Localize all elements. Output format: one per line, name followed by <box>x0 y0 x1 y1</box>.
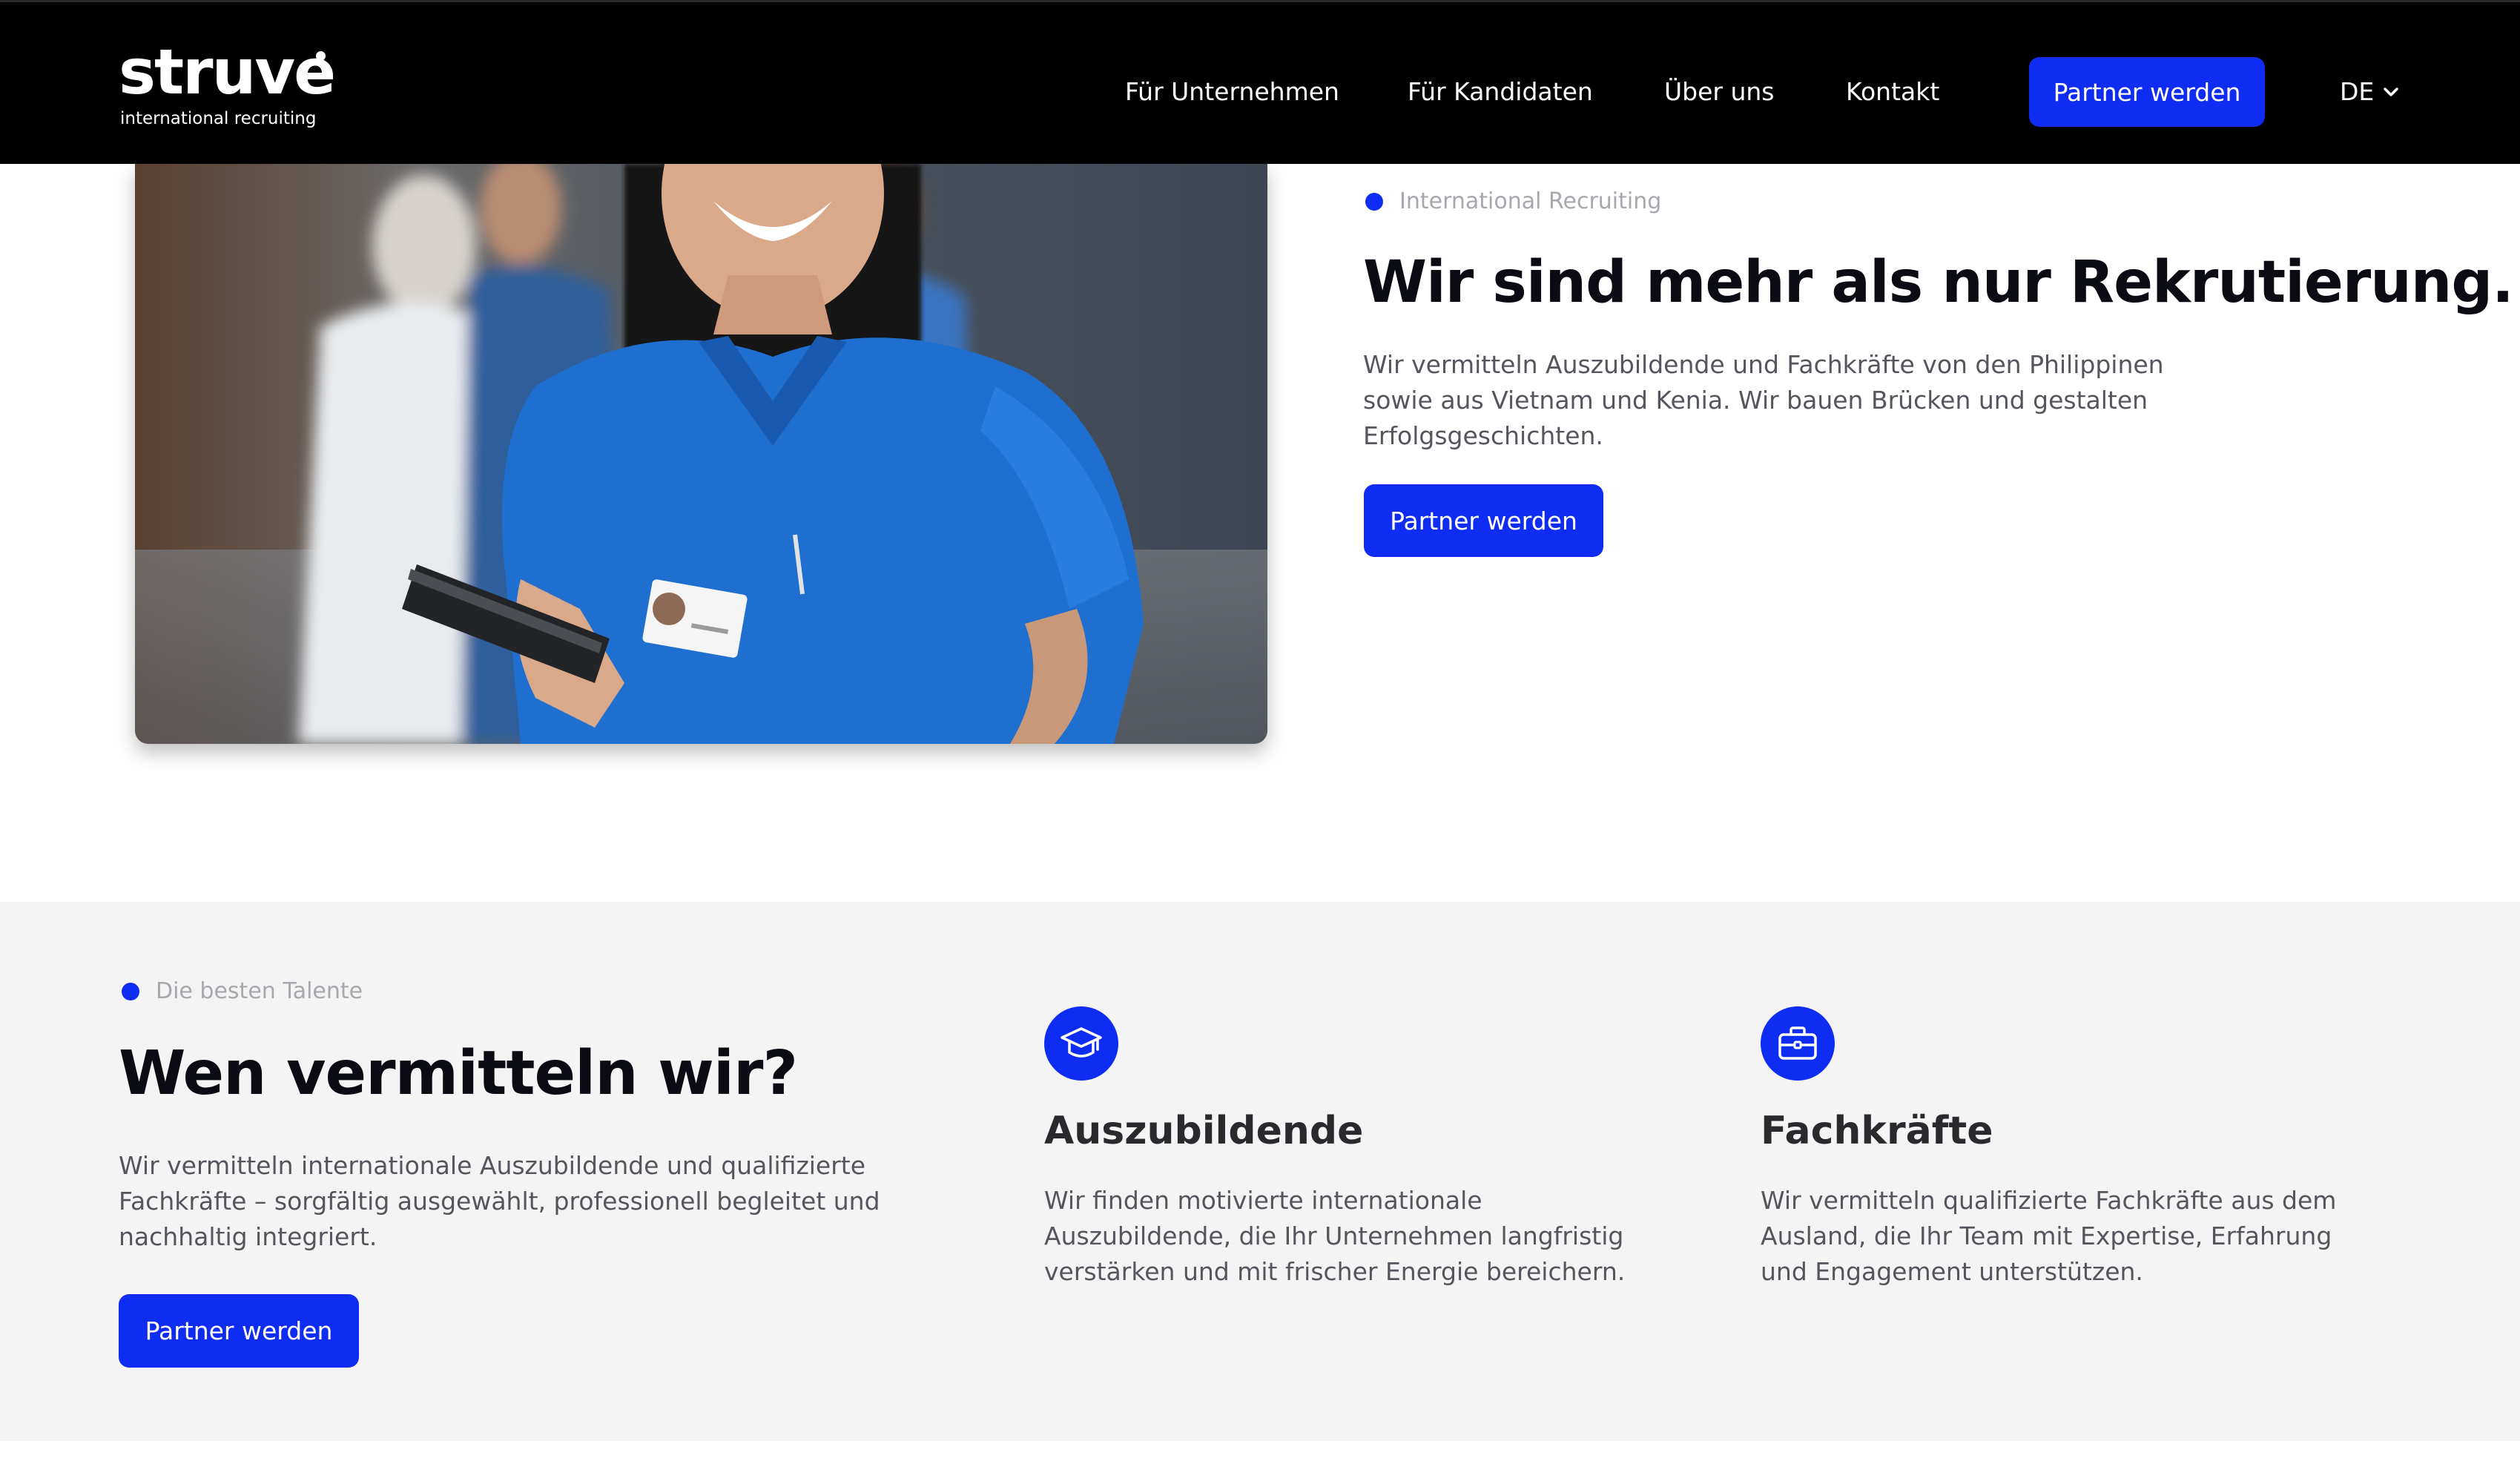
feature-title-fachkraefte: Fachkräfte <box>1761 1109 1993 1153</box>
nav-link-kontakt[interactable]: Kontakt <box>1846 76 1939 108</box>
talent-description: Wir vermitteln internationale Auszubilde… <box>119 1151 880 1251</box>
hero-description: Wir vermitteln Auszubildende und Fachkrä… <box>1363 350 2164 450</box>
site-header: struve international recruiting Für Unte… <box>0 0 2520 164</box>
logo-dot <box>316 51 326 61</box>
logo-wordmark: struve <box>119 36 336 108</box>
nav-link-fuer-kandidaten[interactable]: Für Kandidaten <box>1408 76 1593 108</box>
eyebrow-dot-icon <box>1365 193 1383 211</box>
talent-eyebrow-label: Die besten Talente <box>156 978 363 1004</box>
section-divider <box>0 1441 2520 1464</box>
hero-title: Wir sind mehr als nur Rekrutierung. <box>1363 249 2514 316</box>
eyebrow-dot-icon <box>122 983 139 1000</box>
feature-title-auszubildende: Auszubildende <box>1044 1109 1364 1153</box>
chevron-down-icon <box>2383 87 2399 97</box>
language-label: DE <box>2340 77 2375 106</box>
header-partner-button[interactable]: Partner werden <box>2029 57 2265 127</box>
logo-tagline: international recruiting <box>120 109 317 128</box>
graduation-cap-icon <box>1044 1006 1118 1081</box>
nav-link-ueber-uns[interactable]: Über uns <box>1664 76 1774 108</box>
language-selector[interactable]: DE <box>2340 76 2399 108</box>
hero-partner-button[interactable]: Partner werden <box>1364 484 1603 557</box>
talent-title: Wen vermitteln wir? <box>119 1038 798 1109</box>
feature-text-auszubildende: Wir finden motivierte internationale Aus… <box>1044 1186 1626 1286</box>
talent-eyebrow: Die besten Talente <box>122 977 363 1006</box>
talent-partner-button[interactable]: Partner werden <box>119 1294 359 1368</box>
hero-eyebrow: International Recruiting <box>1365 187 1661 217</box>
hero-eyebrow-label: International Recruiting <box>1399 188 1662 214</box>
nav-link-fuer-unternehmen[interactable]: Für Unternehmen <box>1125 76 1339 108</box>
briefcase-icon <box>1761 1006 1835 1081</box>
feature-text-fachkraefte: Wir vermitteln qualifizierte Fachkräfte … <box>1761 1186 2337 1286</box>
hero-image-nurse <box>135 164 1267 744</box>
